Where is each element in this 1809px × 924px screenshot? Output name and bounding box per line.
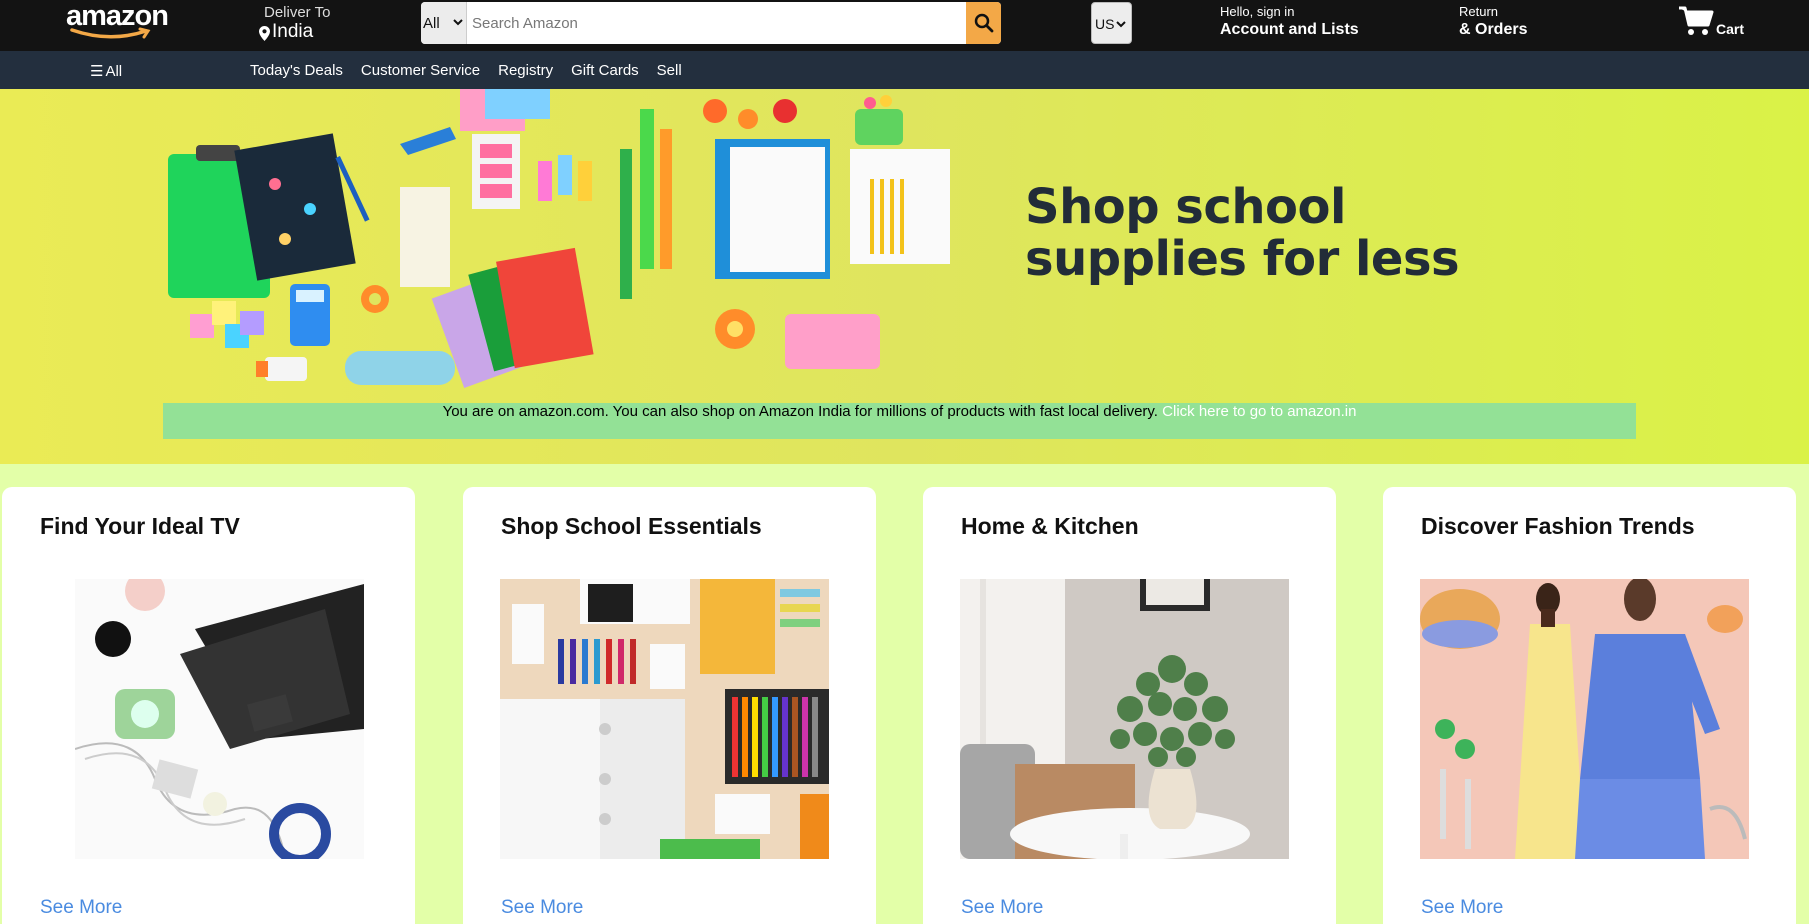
nav-link-gift-cards[interactable]: Gift Cards <box>571 62 639 79</box>
card-title: Shop School Essentials <box>501 513 762 539</box>
search-category-select[interactable]: All <box>421 2 467 44</box>
go-to-amazon-in-link[interactable]: Click here to go to amazon.in <box>1162 403 1356 420</box>
cart-button[interactable]: Cart <box>1678 5 1768 39</box>
amazon-india-notice: You are on amazon.com. You can also shop… <box>163 403 1636 439</box>
chevron-down-icon <box>453 19 463 26</box>
see-more-link[interactable]: See More <box>961 897 1043 919</box>
see-more-link[interactable]: See More <box>1421 897 1503 919</box>
card-shop-school-essentials: Shop School Essentials See More <box>463 487 876 924</box>
card-title: Discover Fashion Trends <box>1421 513 1695 539</box>
notice-text: You are on amazon.com. You can also shop… <box>442 403 1357 420</box>
card-title: Home & Kitchen <box>961 513 1139 539</box>
school-supplies-illustration <box>500 579 829 859</box>
hero-title: Shop school supplies for less <box>1025 179 1460 287</box>
returns-and-orders[interactable]: Return & Orders <box>1459 4 1527 39</box>
home-vase-image[interactable] <box>960 579 1289 859</box>
top-header: amazon Deliver To India All US <box>0 0 1809 51</box>
cart-icon <box>1679 6 1714 35</box>
nav-link-todays-deals[interactable]: Today's Deals <box>250 62 343 79</box>
search-icon <box>974 13 993 33</box>
card-title: Find Your Ideal TV <box>40 513 240 539</box>
chevron-down-icon <box>1116 21 1126 28</box>
smile-arrow-icon <box>70 27 151 39</box>
nav-bar: ☰ All Today's Deals Customer Service Regi… <box>0 51 1809 89</box>
search-bar: All <box>421 2 1001 44</box>
hamburger-icon: ☰ <box>90 63 104 80</box>
card-home-and-kitchen: Home & Kitchen See More <box>923 487 1336 924</box>
school-supplies-image[interactable] <box>500 579 829 859</box>
language-select[interactable]: US <box>1091 2 1132 44</box>
nav-links: Today's Deals Customer Service Registry … <box>250 62 700 79</box>
fashion-models-illustration <box>1420 579 1749 859</box>
search-button[interactable] <box>966 2 1001 44</box>
see-more-link[interactable]: See More <box>501 897 583 919</box>
account-and-lists[interactable]: Hello, sign in Account and Lists <box>1220 4 1359 39</box>
laptop-desk-image[interactable] <box>75 579 364 859</box>
home-vase-illustration <box>960 579 1289 859</box>
card-find-your-ideal-tv: Find Your Ideal TV See More <box>2 487 415 924</box>
all-menu-button[interactable]: ☰ All <box>90 62 122 80</box>
see-more-link[interactable]: See More <box>40 897 122 919</box>
card-discover-fashion-trends: Discover Fashion Trends See More <box>1383 487 1796 924</box>
amazon-logo[interactable]: amazon <box>66 0 178 44</box>
fashion-models-image[interactable] <box>1420 579 1749 859</box>
location-pin-icon <box>259 26 270 41</box>
laptop-desk-illustration <box>75 579 364 859</box>
nav-link-registry[interactable]: Registry <box>498 62 553 79</box>
search-input[interactable] <box>468 2 966 44</box>
nav-link-customer-service[interactable]: Customer Service <box>361 62 480 79</box>
school-supplies-illustration <box>168 89 950 388</box>
nav-link-sell[interactable]: Sell <box>657 62 682 79</box>
